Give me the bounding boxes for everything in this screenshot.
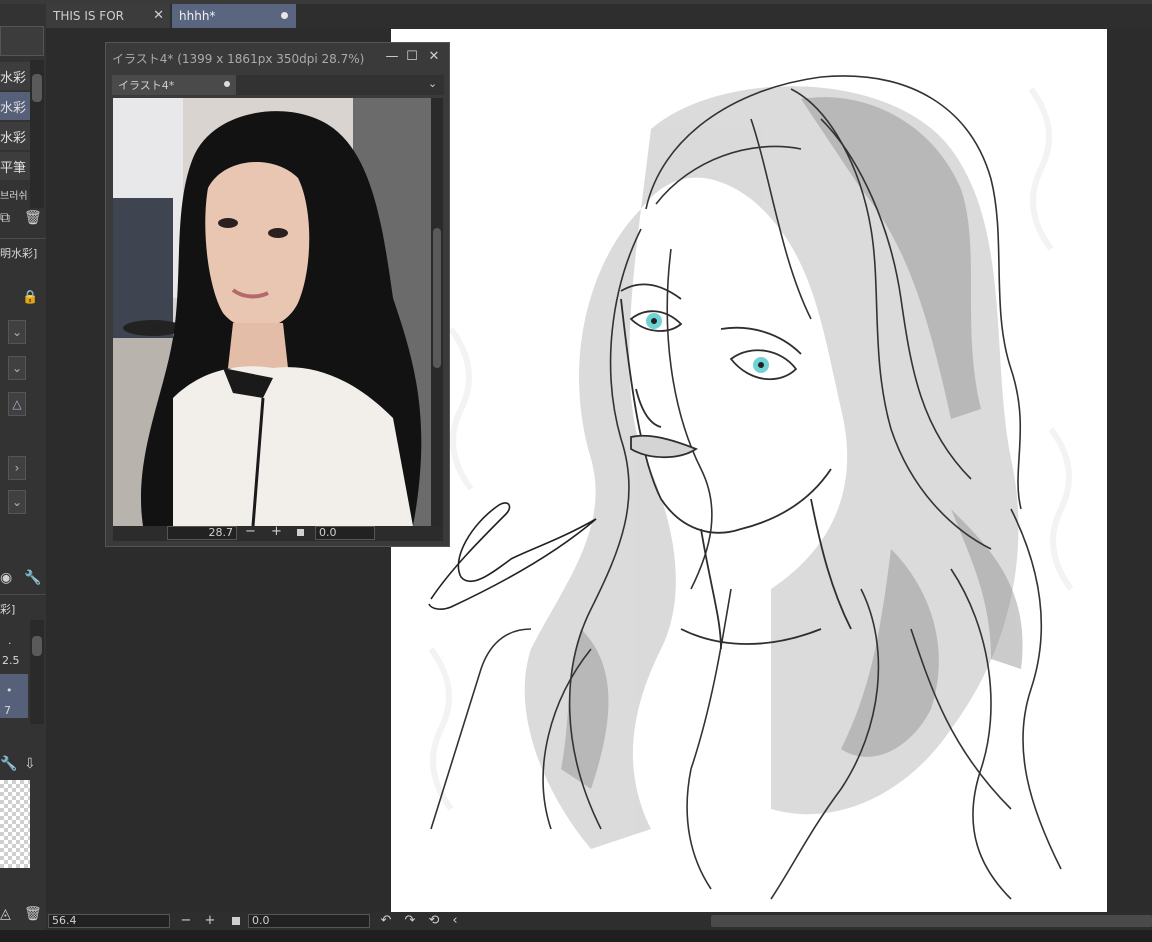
chevron-left-icon[interactable]: ‹ <box>450 913 460 929</box>
lock-icon[interactable]: 🔒 <box>22 290 38 305</box>
horizontal-scrollbar[interactable] <box>711 915 1152 927</box>
size-value[interactable]: 2.5 <box>2 654 20 667</box>
sub-tool-header[interactable] <box>0 26 44 56</box>
size-value[interactable]: • <box>6 684 13 697</box>
trash-icon[interactable]: 🗑 <box>24 210 42 232</box>
reference-photo <box>113 98 431 526</box>
drawing-canvas[interactable] <box>391 29 1107 912</box>
brush-footer-label: 브러쉬 <box>0 191 28 202</box>
brush-item[interactable]: 水彩 <box>0 122 30 150</box>
size-list-scrollbar[interactable] <box>30 620 44 724</box>
close-icon[interactable]: ✕ <box>153 8 164 23</box>
zoom-in-icon[interactable]: + <box>202 913 218 929</box>
sub-view-scrollbar[interactable] <box>431 98 443 526</box>
close-icon[interactable]: ✕ <box>426 49 442 65</box>
sub-property-name: 彩] <box>0 603 16 616</box>
dial-icon[interactable]: ◉ <box>0 570 12 586</box>
sub-zoom-field[interactable]: 28.7 <box>167 526 237 540</box>
sub-view-status-bar: 28.7 − + 0.0 <box>113 524 443 541</box>
zoom-field[interactable]: 56.4 <box>48 914 170 928</box>
material-preview[interactable] <box>0 780 30 868</box>
size-value[interactable]: 7 <box>4 704 11 717</box>
zoom-in-icon[interactable]: + <box>271 524 282 539</box>
chevron-down-icon[interactable]: ⌄ <box>428 77 437 90</box>
zoom-out-icon[interactable]: − <box>245 524 256 539</box>
zoom-out-icon[interactable]: − <box>178 913 194 929</box>
new-layer-icon[interactable]: ⧉ <box>0 210 18 232</box>
chevron-down-icon[interactable]: ⌄ <box>8 356 26 380</box>
sub-view-tab-label: イラスト4* <box>118 79 175 92</box>
divider <box>0 594 46 595</box>
trash-icon[interactable]: 🗑 <box>24 906 42 922</box>
chevron-down-icon[interactable]: ⌄ <box>8 320 26 344</box>
sketch-artwork <box>408 75 1074 900</box>
redo-icon[interactable]: ↷ <box>402 913 418 929</box>
document-tab-hhhh[interactable]: hhhh* <box>172 4 296 28</box>
import-icon[interactable]: ⇩ <box>24 756 36 772</box>
canvas-status-bar: 56.4 − + 0.0 ↶ ↷ ⟲ ‹ <box>46 912 1152 930</box>
scroll-thumb[interactable] <box>32 636 42 656</box>
fit-icon[interactable] <box>232 917 240 925</box>
document-tab-bar: THIS IS FOR ✕ hhhh* <box>46 4 1152 28</box>
wrench-icon[interactable]: 🔧 <box>0 756 17 772</box>
sub-view-window[interactable]: イラスト4* (1399 x 1861px 350dpi 28.7%) — ☐ … <box>105 42 450 547</box>
tab-label: hhhh* <box>179 9 216 23</box>
brush-item-selected[interactable]: 水彩 <box>0 92 30 120</box>
tool-property-name: 明水彩] <box>0 247 38 260</box>
sub-rotation-field[interactable]: 0.0 <box>315 526 375 540</box>
reset-rotation-icon[interactable]: ⟲ <box>426 913 442 929</box>
scroll-thumb[interactable] <box>32 74 42 102</box>
brush-item[interactable]: 平筆 <box>0 152 30 180</box>
size-value[interactable]: . <box>8 634 12 647</box>
rotation-field[interactable]: 0.0 <box>248 914 370 928</box>
divider <box>0 238 46 239</box>
sub-view-title: イラスト4* (1399 x 1861px 350dpi 28.7%) <box>112 51 365 66</box>
document-tab-this-is-for[interactable]: THIS IS FOR ✕ <box>46 4 170 28</box>
left-palette: 水彩 水彩 水彩 平筆 브러쉬 ⧉ 🗑 明水彩] 🔒 ⌄ ⌄ △ › ⌄ ◉ 🔧… <box>0 4 46 942</box>
undo-icon[interactable]: ↶ <box>378 913 394 929</box>
window-footer <box>0 930 1152 942</box>
unsaved-dot-icon <box>224 81 230 87</box>
scroll-thumb[interactable] <box>433 228 441 368</box>
chevron-right-icon[interactable]: › <box>8 456 26 480</box>
unsaved-dot-icon <box>281 12 288 19</box>
minimize-icon[interactable]: — <box>384 49 400 65</box>
triangle-icon[interactable]: △ <box>8 392 26 416</box>
chevron-down-icon[interactable]: ⌄ <box>8 490 26 514</box>
tab-label: THIS IS FOR <box>53 9 124 23</box>
brush-item[interactable]: 水彩 <box>0 62 30 90</box>
maximize-icon[interactable]: ☐ <box>404 49 420 65</box>
sub-view-tab[interactable]: イラスト4* <box>112 75 236 95</box>
wrench-icon[interactable]: 🔧 <box>24 570 41 586</box>
fit-icon[interactable] <box>297 529 304 536</box>
fill-icon[interactable]: ◬ <box>0 906 11 922</box>
brush-list-scrollbar[interactable] <box>30 60 44 208</box>
